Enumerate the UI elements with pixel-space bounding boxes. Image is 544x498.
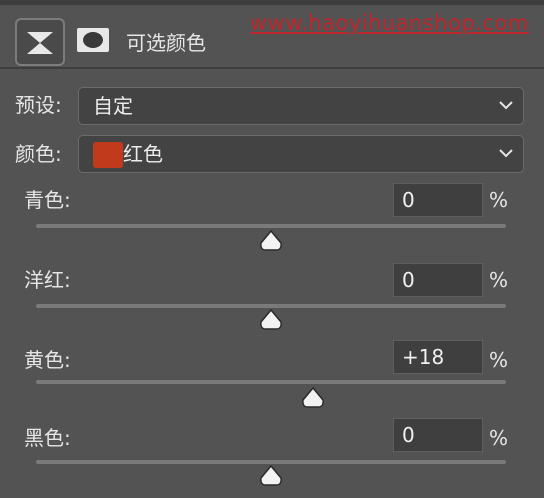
magenta-percent-unit: % [489, 268, 509, 292]
layer-mask-icon[interactable] [76, 27, 110, 53]
chevron-down-icon [499, 149, 513, 158]
cyan-value-field[interactable]: 0 [393, 183, 483, 217]
black-slider-track[interactable] [36, 460, 506, 464]
magenta-value-field[interactable]: 0 [393, 263, 483, 297]
preset-value: 自定 [93, 94, 133, 118]
yellow-slider-track[interactable] [36, 380, 506, 384]
magenta-value: 0 [402, 268, 415, 292]
colors-dropdown[interactable]: 红色 [78, 135, 524, 173]
cyan-slider-track[interactable] [36, 224, 506, 228]
yellow-percent-unit: % [489, 348, 509, 372]
watermark-text: www.haoyihuanshop.com [250, 11, 529, 35]
black-slider-thumb[interactable] [259, 465, 283, 487]
cyan-slider-thumb[interactable] [259, 230, 283, 252]
cyan-percent-unit: % [489, 188, 509, 212]
yellow-slider-thumb[interactable] [301, 387, 325, 409]
magenta-slider-track[interactable] [36, 304, 506, 308]
preset-label: 预设: [15, 93, 62, 117]
color-swatch [93, 142, 123, 168]
magenta-slider-thumb[interactable] [259, 309, 283, 331]
yellow-value: +18 [402, 345, 445, 369]
panel-title: 可选颜色 [126, 31, 206, 55]
yellow-value-field[interactable]: +18 [393, 340, 483, 374]
colors-value: 红色 [123, 142, 163, 166]
yellow-label: 黄色: [24, 348, 71, 372]
selective-color-glyph [27, 32, 53, 54]
black-percent-unit: % [489, 426, 509, 450]
chevron-down-icon [499, 101, 513, 110]
colors-label: 颜色: [15, 142, 62, 166]
black-label: 黑色: [24, 426, 71, 450]
cyan-label: 青色: [24, 188, 71, 212]
black-value: 0 [402, 423, 415, 447]
magenta-label: 洋红: [24, 268, 71, 292]
properties-header: 可选颜色 www.haoyihuanshop.com [0, 5, 544, 69]
selective-color-adjustment-icon[interactable] [15, 18, 65, 66]
black-value-field[interactable]: 0 [393, 418, 483, 452]
preset-dropdown[interactable]: 自定 [78, 87, 524, 125]
cyan-value: 0 [402, 188, 415, 212]
